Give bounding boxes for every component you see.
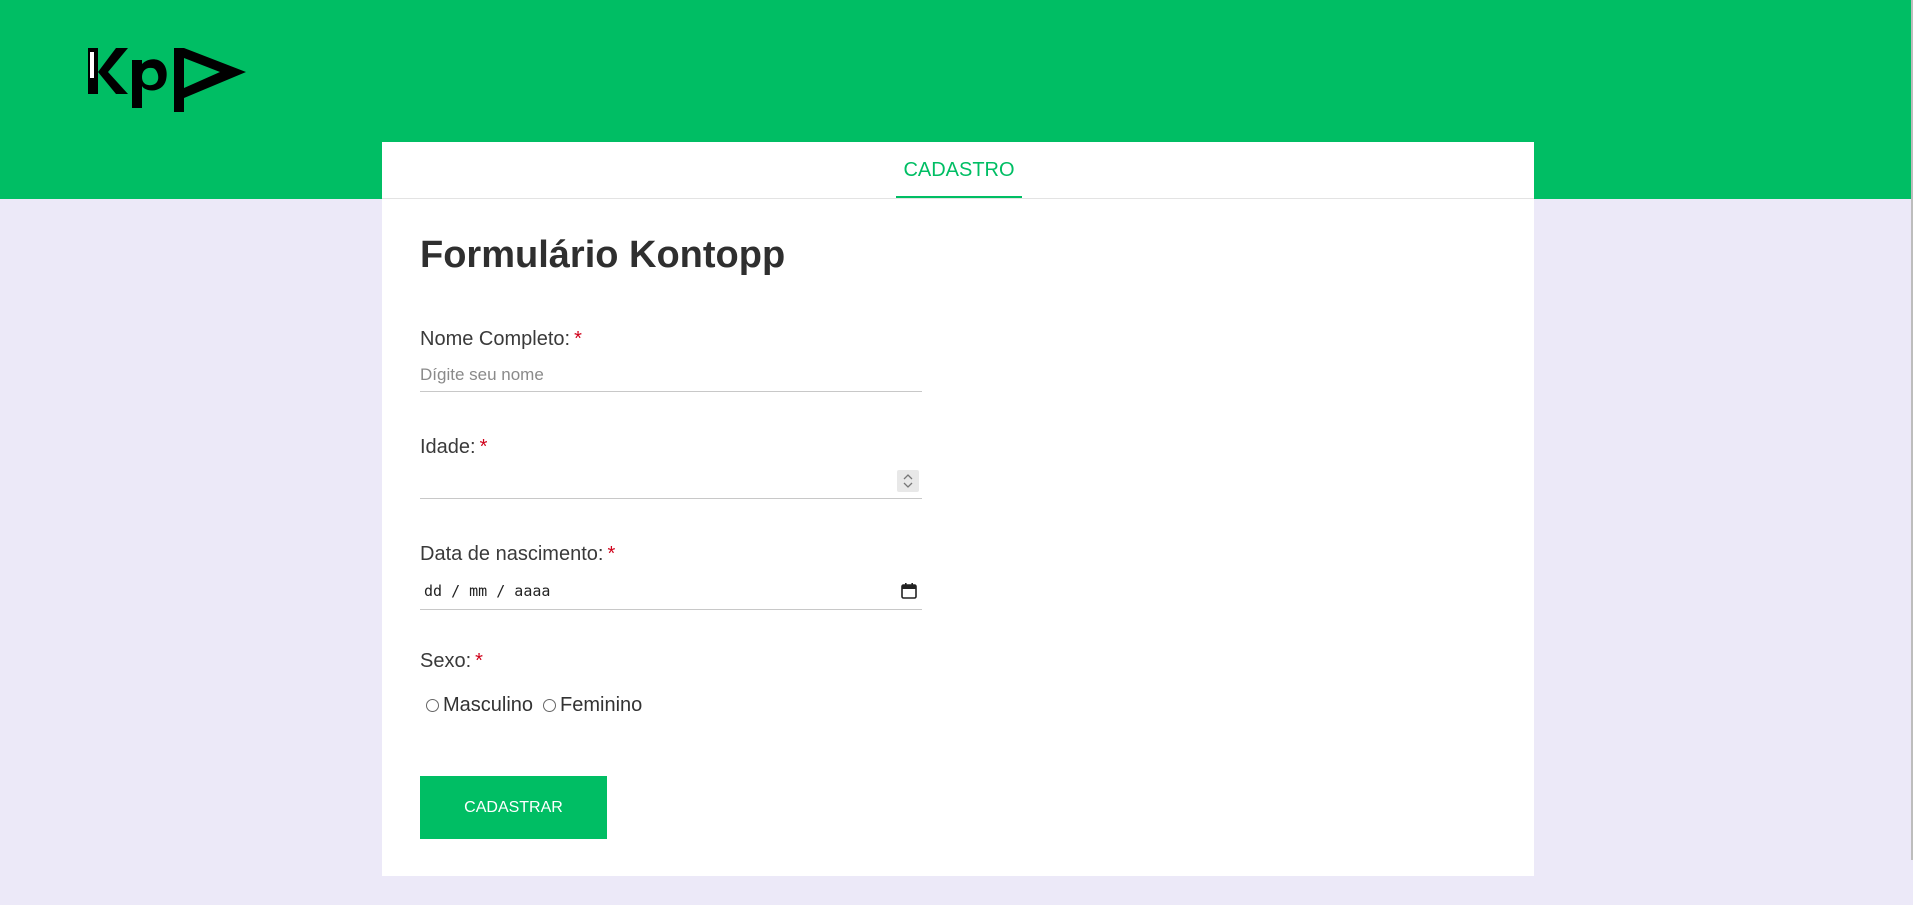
birth-label-text: Data de nascimento: <box>420 543 604 565</box>
number-spinner-icon[interactable] <box>897 470 919 492</box>
radio-feminino[interactable]: Feminino <box>543 694 642 717</box>
required-mark: * <box>574 328 582 350</box>
radio-circle[interactable] <box>543 698 557 712</box>
required-mark: * <box>479 436 488 458</box>
radio-label-masculino[interactable]: Masculino <box>443 694 533 717</box>
birth-label: Data de nascimento: * <box>420 543 615 566</box>
calendar-icon[interactable] <box>900 582 918 600</box>
birth-date-input[interactable]: dd / mm / aaaa <box>420 576 922 610</box>
page-title: Formulário Kontopp <box>420 234 786 276</box>
required-mark: * <box>607 543 616 565</box>
radio-label-feminino[interactable]: Feminino <box>560 694 642 717</box>
date-placeholder: dd / mm / aaaa <box>424 582 551 600</box>
kontopp-logo[interactable] <box>88 44 246 118</box>
radio-circle[interactable] <box>426 698 439 712</box>
name-label: Nome Completo: * <box>420 328 582 351</box>
name-input[interactable] <box>420 358 922 392</box>
submit-button[interactable]: CADASTRAR <box>420 776 607 839</box>
name-label-text: Nome Completo: <box>420 328 571 350</box>
radio-masculino[interactable]: Masculino <box>426 694 533 717</box>
sex-radio-group: Masculino Feminino <box>426 692 652 718</box>
tab-bar: CADASTRO <box>382 142 1534 199</box>
tab-cadastro[interactable]: CADASTRO <box>896 142 1022 198</box>
age-label-text: Idade: <box>420 436 476 458</box>
sex-label-text: Sexo: <box>420 650 472 672</box>
required-mark: * <box>475 650 483 672</box>
sex-label: Sexo: * <box>420 650 483 673</box>
age-label: Idade: * <box>420 436 487 459</box>
age-input[interactable] <box>420 465 922 499</box>
form-card: CADASTRO Formulário Kontopp Nome Complet… <box>382 142 1534 876</box>
